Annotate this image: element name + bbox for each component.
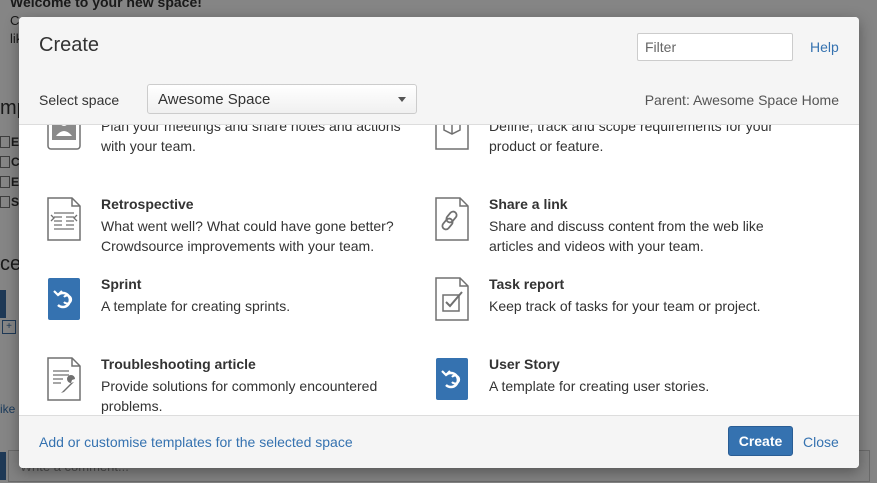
select-space-label: Select space (39, 92, 120, 108)
dialog-title: Create (39, 34, 100, 56)
space-select[interactable]: Awesome Space (147, 84, 417, 114)
template-item-share-a-link[interactable]: Share a link Share and discuss content f… (427, 195, 807, 265)
template-name: Share a link (489, 196, 568, 212)
meeting-notes-icon (47, 125, 81, 150)
retrospective-icon (47, 197, 81, 241)
template-name: Sprint (101, 276, 142, 292)
customise-templates-link[interactable]: Add or customise templates for the selec… (39, 434, 353, 450)
user-story-icon (436, 358, 468, 400)
template-item-sprint[interactable]: Sprint A template for creating sprints. (39, 275, 419, 345)
close-button[interactable]: Close (803, 434, 839, 450)
template-item-meeting-notes[interactable]: Plan your meetings and share notes and a… (39, 125, 419, 186)
space-select-bar: Select space Awesome Space Parent: Aweso… (19, 75, 859, 125)
template-description: Share and discuss content from the web l… (489, 218, 764, 254)
template-item-retrospective[interactable]: Retrospective What went well? What could… (39, 195, 419, 265)
template-item-troubleshooting-article[interactable]: Troubleshooting article Provide solution… (39, 355, 419, 415)
template-name: User Story (489, 356, 560, 372)
template-description: What went well? What could have gone bet… (101, 218, 394, 254)
template-description: Provide solutions for commonly encounter… (101, 378, 378, 414)
create-dialog: Create Help Select space Awesome Space P… (19, 17, 859, 468)
dialog-header: Create Help (19, 17, 859, 76)
template-name: Task report (489, 276, 565, 292)
selected-space-value: Awesome Space (158, 91, 271, 108)
template-item-user-story[interactable]: User Story A template for creating user … (427, 355, 807, 415)
filter-input[interactable] (637, 33, 793, 61)
troubleshooting-icon (47, 357, 81, 401)
template-description: Plan your meetings and share notes and a… (101, 125, 401, 154)
sprint-icon (48, 278, 80, 320)
create-button[interactable]: Create (728, 426, 793, 456)
dialog-footer: Add or customise templates for the selec… (19, 415, 859, 468)
template-description: Define, track and scope requirements for… (489, 125, 774, 154)
template-item-product-requirements[interactable]: Define, track and scope requirements for… (427, 125, 807, 186)
help-link[interactable]: Help (810, 39, 839, 55)
template-name: Troubleshooting article (101, 356, 256, 372)
product-requirements-icon (435, 125, 469, 150)
share-link-icon (435, 197, 469, 241)
parent-page-label: Parent: Awesome Space Home (644, 92, 839, 108)
template-item-task-report[interactable]: Task report Keep track of tasks for your… (427, 275, 807, 345)
template-description: A template for creating sprints. (101, 298, 291, 314)
chevron-down-icon (398, 97, 406, 102)
template-list: Plan your meetings and share notes and a… (19, 125, 859, 415)
template-description: Keep track of tasks for your team or pro… (489, 298, 761, 314)
task-report-icon (435, 277, 469, 321)
template-name: Retrospective (101, 196, 194, 212)
template-description: A template for creating user stories. (489, 378, 710, 394)
